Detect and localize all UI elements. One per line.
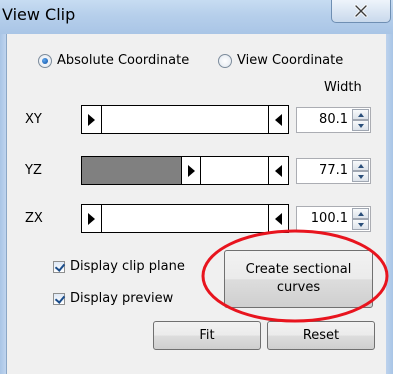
radio-view-coordinate[interactable]: View Coordinate [218, 53, 343, 68]
xy-spin-down[interactable] [352, 120, 369, 131]
yz-width-spinbox[interactable]: 77.1 [296, 158, 371, 184]
xy-label: XY [25, 112, 42, 127]
zx-width-value: 100.1 [310, 211, 348, 226]
spin-up-icon [357, 163, 364, 168]
radio-selected-icon [38, 53, 52, 68]
spin-down-icon [357, 174, 364, 179]
xy-width-spinbox[interactable]: 80.1 [296, 107, 371, 133]
arrow-right-icon [88, 212, 95, 225]
close-button[interactable] [331, 0, 391, 23]
xy-width-value: 80.1 [319, 112, 348, 127]
checkbox-checked-icon [53, 292, 65, 305]
spin-down-icon [357, 123, 364, 128]
reset-button[interactable]: Reset [267, 321, 375, 350]
yz-slider-right-arrow[interactable] [268, 157, 288, 184]
radio-unselected-icon [218, 53, 232, 68]
arrow-left-icon [275, 212, 282, 225]
radio-view-label: View Coordinate [237, 53, 344, 68]
arrow-right-icon [187, 164, 195, 177]
yz-spin-up[interactable] [352, 160, 369, 171]
xy-slider[interactable] [81, 105, 289, 134]
yz-slider[interactable] [81, 156, 289, 185]
xy-spin-up[interactable] [352, 109, 369, 120]
zx-slider-left-arrow[interactable] [82, 205, 102, 232]
spin-up-icon [357, 112, 364, 117]
spin-up-icon [357, 211, 364, 216]
arrow-left-icon [275, 113, 282, 126]
title-bar: View Clip [0, 0, 393, 34]
width-header: Width [324, 80, 362, 95]
spin-down-icon [357, 222, 364, 227]
display-preview-label: Display preview [70, 291, 174, 306]
zx-spin-up[interactable] [352, 208, 369, 219]
yz-slider-thumb[interactable] [181, 157, 201, 184]
display-clip-plane-label: Display clip plane [70, 259, 185, 274]
yz-slider-track-fill [82, 157, 181, 184]
annotation-ellipse [201, 229, 389, 323]
arrow-left-icon [275, 164, 282, 177]
xy-slider-right-arrow[interactable] [268, 106, 288, 133]
xy-slider-left-arrow[interactable] [82, 106, 102, 133]
display-clip-plane-checkbox[interactable]: Display clip plane [53, 259, 185, 274]
yz-width-value: 77.1 [319, 163, 348, 178]
display-preview-checkbox[interactable]: Display preview [53, 291, 173, 306]
close-icon [354, 4, 368, 18]
radio-absolute-coordinate[interactable]: Absolute Coordinate [38, 53, 189, 68]
window-title: View Clip [2, 5, 76, 24]
yz-spin-down[interactable] [352, 171, 369, 182]
radio-absolute-label: Absolute Coordinate [57, 53, 190, 68]
fit-button[interactable]: Fit [153, 321, 261, 350]
yz-label: YZ [25, 163, 42, 178]
zx-label: ZX [25, 211, 43, 226]
checkbox-checked-icon [53, 260, 65, 273]
arrow-right-icon [88, 113, 95, 126]
